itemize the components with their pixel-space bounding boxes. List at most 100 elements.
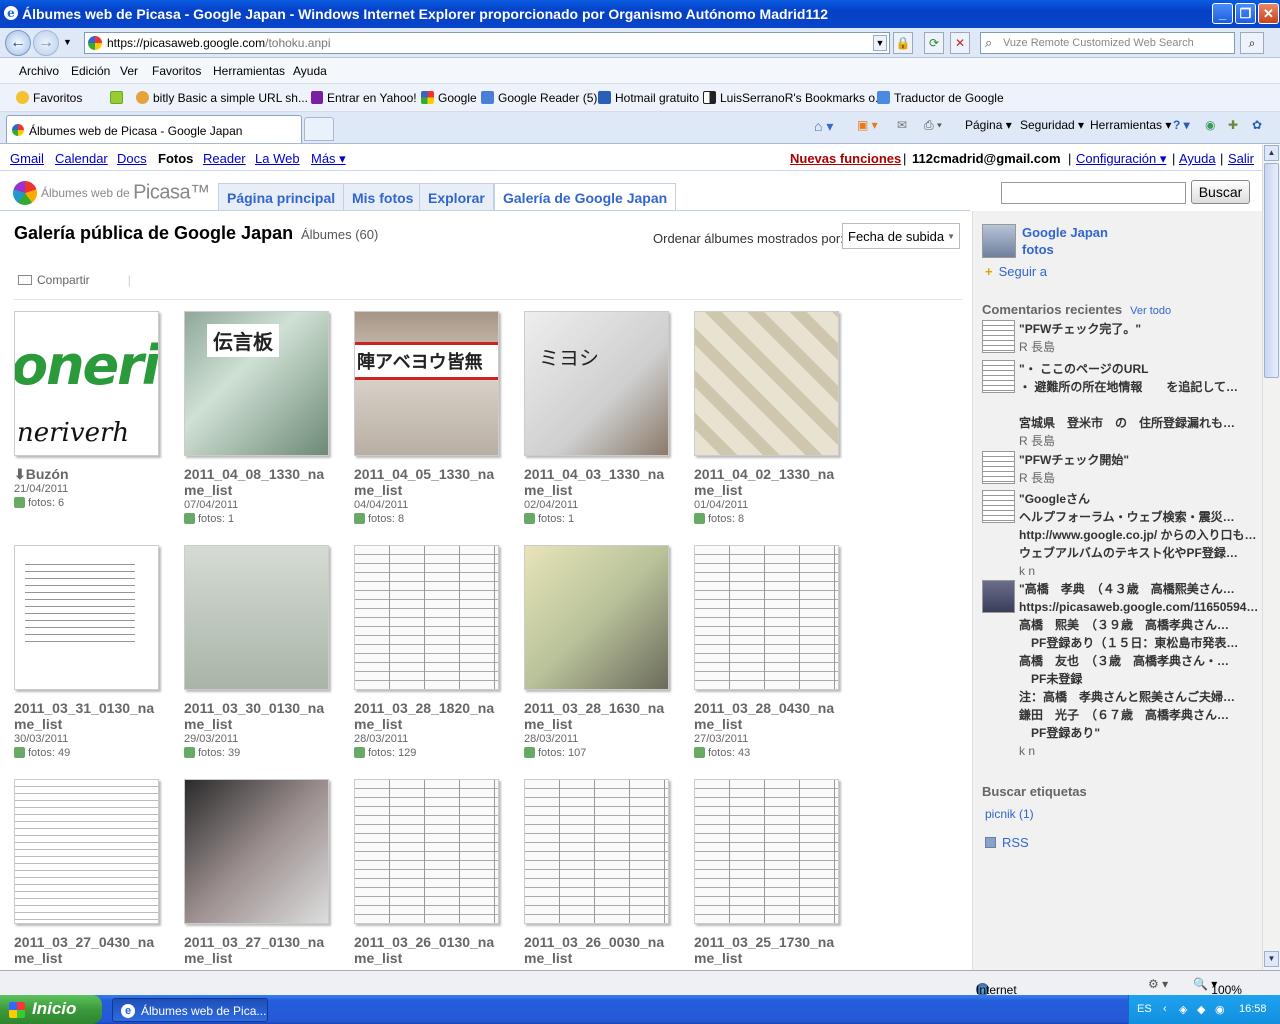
back-arrow-icon[interactable]: ← <box>5 30 31 56</box>
comment-thumbnail[interactable] <box>982 580 1015 613</box>
album-title[interactable]: 2011_03_28_1630_name_list <box>524 700 669 732</box>
tab-picasa[interactable]: Álbumes web de Picasa - Google Japan <box>6 115 302 143</box>
album-card[interactable]: 2011_03_26_0030_name_list <box>524 779 684 966</box>
refresh-icon[interactable]: ⟳ <box>924 32 944 54</box>
picasa-search-input[interactable] <box>1001 182 1186 204</box>
album-title[interactable]: 2011_04_03_1330_name_list <box>524 466 669 498</box>
zoom-control[interactable]: 🔍 100% ▾ <box>1193 977 1242 997</box>
menu-herramientas[interactable]: Herramientas <box>213 64 285 78</box>
album-title[interactable]: 2011_03_25_1730_name_list <box>694 934 839 966</box>
comment-thumbnail[interactable] <box>982 490 1015 523</box>
feeds-icon[interactable]: ▣ ▾ <box>857 118 878 132</box>
mail-icon[interactable]: ✉ <box>897 118 907 132</box>
scroll-thumb[interactable] <box>1264 163 1279 378</box>
album-title[interactable]: 2011_03_28_0430_name_list <box>694 700 839 732</box>
album-title[interactable]: 2011_03_26_0030_name_list <box>524 934 669 966</box>
fav-delicious[interactable]: LuisSerranoR's Bookmarks o... <box>703 91 885 105</box>
album-title[interactable]: 2011_04_08_1330_name_list <box>184 466 329 498</box>
album-card[interactable]: 2011_03_25_1730_name_list <box>694 779 854 966</box>
protected-mode-icon[interactable]: ⚙ ▾ <box>1148 977 1168 991</box>
help-icon[interactable]: ? ▾ <box>1173 118 1190 132</box>
owner-link[interactable]: Google Japan fotos <box>1022 224 1108 258</box>
comment-thumbnail[interactable] <box>982 320 1015 353</box>
album-thumbnail[interactable] <box>694 311 839 456</box>
album-card[interactable]: 2011_03_28_0430_name_list 27/03/2011 fotos… <box>694 545 854 759</box>
album-thumbnail[interactable] <box>184 779 329 924</box>
menu-favoritos[interactable]: Favoritos <box>152 64 201 78</box>
address-dropdown-icon[interactable]: ▼ <box>873 35 887 51</box>
album-thumbnail[interactable]: ミヨシ <box>524 311 669 456</box>
maximize-button[interactable]: ❐ <box>1235 3 1256 24</box>
album-thumbnail[interactable] <box>354 779 499 924</box>
album-thumbnail[interactable] <box>14 545 159 690</box>
picasa-search-button[interactable]: Buscar <box>1191 180 1250 204</box>
print-icon[interactable]: ⎙ ▾ <box>924 118 942 133</box>
gbar-web[interactable]: La Web <box>255 151 300 166</box>
menu-edicion[interactable]: Edición <box>71 64 110 78</box>
tools-menu[interactable]: Herramientas ▾ <box>1090 118 1171 132</box>
album-card[interactable]: 2011_03_27_0130_name_list <box>184 779 344 966</box>
picasa-logo[interactable]: Álbumes web de Picasa™ <box>13 181 210 205</box>
scroll-down-icon[interactable]: ▼ <box>1264 951 1279 967</box>
album-card[interactable]: 2011_03_27_0430_name_list <box>14 779 174 966</box>
album-thumbnail[interactable] <box>524 545 669 690</box>
album-card[interactable]: oneri neriverh ⬇Buzón 21/04/2011 fotos: 6 <box>14 311 174 509</box>
album-thumbnail[interactable] <box>184 545 329 690</box>
album-title[interactable]: 2011_04_02_1330_name_list <box>694 466 839 498</box>
lock-icon[interactable]: 🔒 <box>893 32 913 54</box>
gbar-more[interactable]: Más ▾ <box>311 151 346 167</box>
see-all-link[interactable]: Ver todo <box>1130 305 1171 317</box>
album-card[interactable]: 2011_03_28_1820_name_list 28/03/2011 fotos… <box>354 545 514 759</box>
fav-translate[interactable]: Traductor de Google <box>877 91 1004 105</box>
gbar-calendar[interactable]: Calendar <box>55 151 108 166</box>
new-tab-button[interactable] <box>304 117 334 141</box>
comment-thumbnail[interactable] <box>982 451 1015 484</box>
album-card[interactable]: 2011_03_26_0130_name_list <box>354 779 514 966</box>
close-button[interactable]: ✕ <box>1258 3 1279 24</box>
album-thumbnail[interactable] <box>524 779 669 924</box>
address-input[interactable]: https://picasaweb.google.com/tohoku.anpi… <box>84 32 890 54</box>
vertical-scrollbar[interactable]: ▲ ▼ <box>1262 145 1280 970</box>
album-title[interactable]: 2011_03_26_0130_name_list <box>354 934 499 966</box>
menu-ver[interactable]: Ver <box>120 64 138 78</box>
album-title[interactable]: 2011_03_30_0130_name_list <box>184 700 329 732</box>
album-card[interactable]: ミヨシ 2011_04_03_1330_name_list 02/04/2011 fo… <box>524 311 684 525</box>
home-icon[interactable]: ⌂ ▾ <box>814 118 833 135</box>
scroll-up-icon[interactable]: ▲ <box>1264 145 1279 161</box>
add-favorite-button[interactable] <box>110 91 127 105</box>
menu-archivo[interactable]: Archivo <box>19 64 59 78</box>
stop-icon[interactable]: ✕ <box>950 32 970 54</box>
rss-link[interactable]: RSS <box>985 835 1029 850</box>
tab-my-photos[interactable]: Mis fotos <box>343 183 423 210</box>
logout-link[interactable]: Salir <box>1228 151 1254 166</box>
fav-google-reader[interactable]: Google Reader (5) <box>481 91 597 105</box>
help-link[interactable]: Ayuda <box>1179 151 1216 166</box>
gbar-reader[interactable]: Reader <box>203 151 246 166</box>
minimize-button[interactable]: _ <box>1212 3 1233 24</box>
album-title[interactable]: 2011_03_28_1820_name_list <box>354 700 499 732</box>
tray-security-icon[interactable]: ◆ <box>1197 1003 1205 1016</box>
tray-volume-icon[interactable]: ◉ <box>1215 1003 1225 1016</box>
album-thumbnail[interactable]: oneri neriverh <box>14 311 159 456</box>
share-button[interactable]: Compartir | <box>18 273 131 287</box>
fav-bitly[interactable]: bitly Basic a simple URL sh... <box>136 91 308 105</box>
tag-picnik[interactable]: picnik (1) <box>985 807 1034 821</box>
fav-google[interactable]: Google <box>421 91 477 105</box>
album-card[interactable]: 2011_03_31_0130_name_list 30/03/2011 fotos… <box>14 545 174 759</box>
language-indicator[interactable]: ES <box>1137 1003 1152 1015</box>
tab-gallery[interactable]: Galería de Google Japan <box>494 183 677 211</box>
new-features-link[interactable]: Nuevas funciones <box>790 151 901 166</box>
research-icon[interactable]: ◉ <box>1205 118 1215 132</box>
album-title[interactable]: 2011_03_27_0430_name_list <box>14 934 159 966</box>
tab-explore[interactable]: Explorar <box>419 183 494 210</box>
album-thumbnail[interactable] <box>694 545 839 690</box>
tray-network-icon[interactable]: ◈ <box>1179 1003 1187 1016</box>
gbar-gmail[interactable]: Gmail <box>10 151 44 166</box>
album-thumbnail[interactable] <box>14 779 159 924</box>
comment-thumbnail[interactable] <box>982 360 1015 393</box>
album-card[interactable]: 伝言板 2011_04_08_1330_name_list 07/04/2011 fo… <box>184 311 344 525</box>
history-dropdown-icon[interactable]: ▼ <box>63 37 72 47</box>
album-title[interactable]: 2011_04_05_1330_name_list <box>354 466 499 498</box>
page-menu[interactable]: Página ▾ <box>965 118 1012 132</box>
gbar-docs[interactable]: Docs <box>117 151 147 166</box>
